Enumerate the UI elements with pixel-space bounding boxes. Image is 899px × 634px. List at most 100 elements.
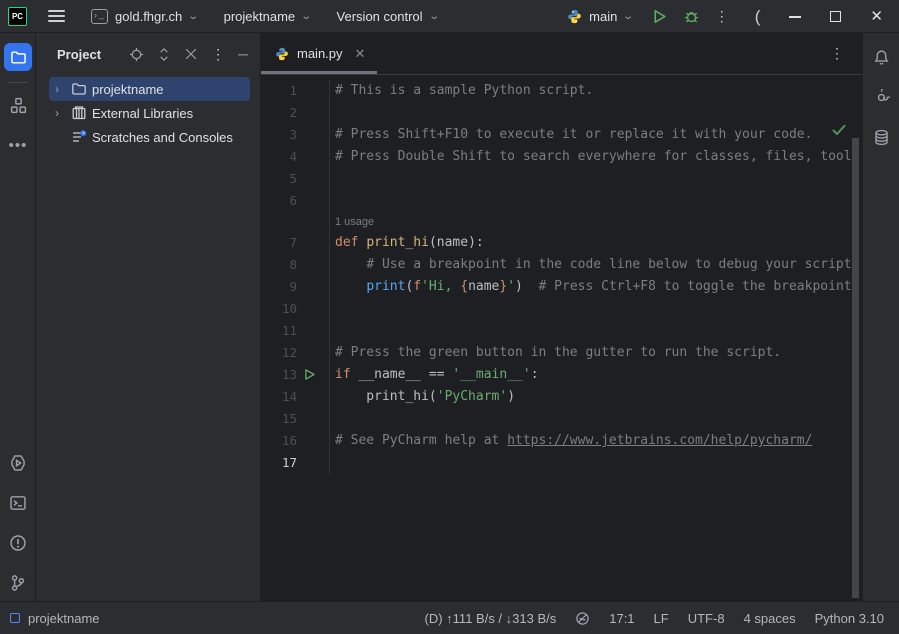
vcs-widget[interactable]: Version control ⌄ [337,9,438,24]
more-actions-icon[interactable]: ⋮ [715,9,729,23]
gutter[interactable]: 6 [261,190,330,212]
hide-panel-icon[interactable]: ─ [238,46,248,62]
run-button[interactable] [651,8,668,25]
code-line-10[interactable]: 10 [261,298,862,320]
line-number[interactable]: 4 [261,146,297,168]
gutter[interactable]: 3 [261,124,330,146]
code-surface[interactable]: 1# This is a sample Python script.23# Pr… [261,76,862,601]
gutter[interactable]: 11 [261,320,330,342]
line-number[interactable]: 2 [261,102,297,124]
git-tool-button[interactable] [4,569,32,597]
gutter[interactable]: 16 [261,430,330,452]
gutter[interactable]: 10 [261,298,330,320]
tree-item-projektname[interactable]: ›projektname [49,77,250,101]
run-configuration-widget[interactable]: main ⌄ [567,9,633,24]
project-widget[interactable]: projektname ⌄ [224,9,311,24]
debug-button[interactable] [683,8,700,25]
inspections-widget-icon[interactable] [575,611,590,626]
network-speed-widget[interactable]: (D) ↑111 B/s / ↓313 B/s [425,611,557,626]
code-line-1[interactable]: 1# This is a sample Python script. [261,80,862,102]
ai-assistant-button[interactable] [867,83,895,111]
tab-close-icon[interactable]: ✕ [355,46,366,62]
line-number[interactable]: 13 [261,364,297,386]
code-line-16[interactable]: 16# See PyCharm help at https://www.jetb… [261,430,862,452]
code-line-17[interactable]: 17 [261,452,862,474]
collapse-all-icon[interactable] [184,47,198,61]
caret-position-widget[interactable]: 17:1 [609,611,634,626]
more-tool-windows-button[interactable]: ••• [4,131,32,159]
gutter[interactable]: 17 [261,452,330,474]
run-line-icon[interactable] [303,368,316,381]
window-maximize-icon[interactable] [830,11,841,22]
gutter[interactable]: 15 [261,408,330,430]
chevron-right-icon[interactable]: › [55,106,71,120]
expand-icon[interactable] [157,47,171,62]
terminal-tool-button[interactable] [4,489,32,517]
line-number[interactable]: 7 [261,232,297,254]
code-line-14[interactable]: 14 print_hi('PyCharm') [261,386,862,408]
gutter[interactable]: 13 [261,364,330,386]
gutter[interactable]: 4 [261,146,330,168]
line-number[interactable]: 6 [261,190,297,212]
code-line-4[interactable]: 4# Press Double Shift to search everywhe… [261,146,862,168]
code-line-2[interactable]: 2 [261,102,862,124]
notifications-button[interactable] [867,43,895,71]
line-number[interactable]: 16 [261,430,297,452]
project-tree: ›projektname›External LibrariesScratches… [36,75,260,149]
gutter[interactable]: 1 [261,80,330,102]
code-line-6[interactable]: 6 [261,190,862,212]
gutter[interactable]: 12 [261,342,330,364]
code-line-9[interactable]: 9 print(f'Hi, {name}') # Press Ctrl+F8 t… [261,276,862,298]
gutter[interactable]: 7 [261,232,330,254]
line-number[interactable]: 10 [261,298,297,320]
line-number[interactable]: 5 [261,168,297,190]
interpreter-widget[interactable]: Python 3.10 [815,611,884,626]
tab-main-py[interactable]: main.py ✕ [261,33,377,74]
line-number[interactable]: 8 [261,254,297,276]
remote-host-widget[interactable]: gold.fhgr.ch ⌄ [91,9,198,24]
line-number[interactable]: 12 [261,342,297,364]
main-menu-icon[interactable] [48,7,65,25]
locate-file-icon[interactable] [129,47,144,62]
window-shade-icon[interactable]: ( [755,8,761,25]
line-number[interactable]: 11 [261,320,297,342]
code-line-7[interactable]: 7def print_hi(name): [261,232,862,254]
status-project-widget[interactable]: projektname [0,611,100,626]
panel-options-icon[interactable]: ⋮ [211,47,225,61]
encoding-widget[interactable]: UTF-8 [688,611,725,626]
gutter[interactable]: 9 [261,276,330,298]
code-line-12[interactable]: 12# Press the green button in the gutter… [261,342,862,364]
problems-tool-button[interactable] [4,529,32,557]
window-close-icon[interactable]: ✕ [870,9,883,24]
indent-widget[interactable]: 4 spaces [744,611,796,626]
code-line-13[interactable]: 13if __name__ == '__main__': [261,364,862,386]
database-button[interactable] [867,123,895,151]
editor-options-icon[interactable]: ⋮ [830,46,844,60]
code-line-15[interactable]: 15 [261,408,862,430]
gutter[interactable]: 8 [261,254,330,276]
run-tool-button[interactable] [4,449,32,477]
gutter[interactable]: 2 [261,102,330,124]
line-number[interactable]: 9 [261,276,297,298]
vertical-scrollbar[interactable] [852,138,859,598]
chevron-right-icon[interactable]: › [55,82,71,96]
line-ending-widget[interactable]: LF [654,611,669,626]
line-number[interactable]: 1 [261,80,297,102]
code-line-5[interactable]: 5 [261,168,862,190]
line-number[interactable]: 15 [261,408,297,430]
window-minimize-icon[interactable] [789,14,801,18]
gutter[interactable]: 14 [261,386,330,408]
tree-item-external-libraries[interactable]: ›External Libraries [49,101,250,125]
code-line-11[interactable]: 11 [261,320,862,342]
structure-tool-button[interactable] [4,91,32,119]
inspections-ok-icon[interactable] [832,124,846,136]
code-line-3[interactable]: 3# Press Shift+F10 to execute it or repl… [261,124,862,146]
code-line-8[interactable]: 8 # Use a breakpoint in the code line be… [261,254,862,276]
usage-inlay-hint[interactable]: 1 usage [261,212,862,232]
tree-item-scratches-and-consoles[interactable]: Scratches and Consoles [49,125,250,149]
gutter[interactable]: 5 [261,168,330,190]
project-tool-button[interactable] [4,43,32,71]
line-number[interactable]: 17 [261,452,297,474]
line-number[interactable]: 3 [261,124,297,146]
line-number[interactable]: 14 [261,386,297,408]
